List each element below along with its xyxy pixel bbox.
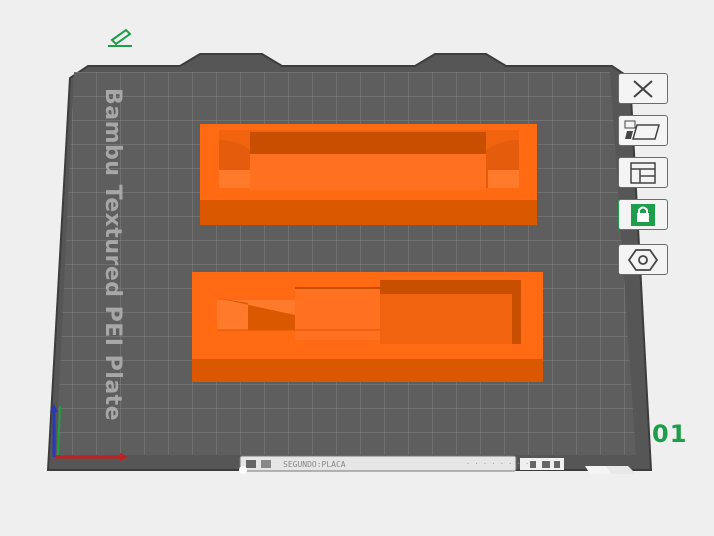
hexagon-icon — [628, 248, 658, 271]
plate-type-button[interactable] — [618, 244, 668, 275]
remove-plate-button[interactable] — [618, 73, 668, 104]
plate-bottom-bar-text: SEGUNDO:PLACA — [283, 460, 346, 469]
layout-icon — [630, 161, 656, 184]
lock-icon — [631, 203, 655, 226]
auto-arrange-button[interactable] — [618, 115, 668, 146]
plate-number: 01 — [652, 420, 688, 448]
pencil-icon[interactable] — [108, 28, 132, 47]
build-plate[interactable] — [46, 53, 653, 474]
model-object-1[interactable] — [200, 124, 537, 225]
plate-settings-button[interactable] — [618, 157, 668, 188]
lock-plate-button[interactable] — [618, 199, 668, 230]
close-icon — [633, 79, 653, 98]
plate-bottom-bar-right: · · · · · · · · — [466, 460, 530, 468]
plate-name-text: Bambu Textured PEI Plate — [100, 88, 125, 422]
model-object-2[interactable] — [192, 272, 543, 382]
auto-arrange-icon — [624, 120, 660, 140]
